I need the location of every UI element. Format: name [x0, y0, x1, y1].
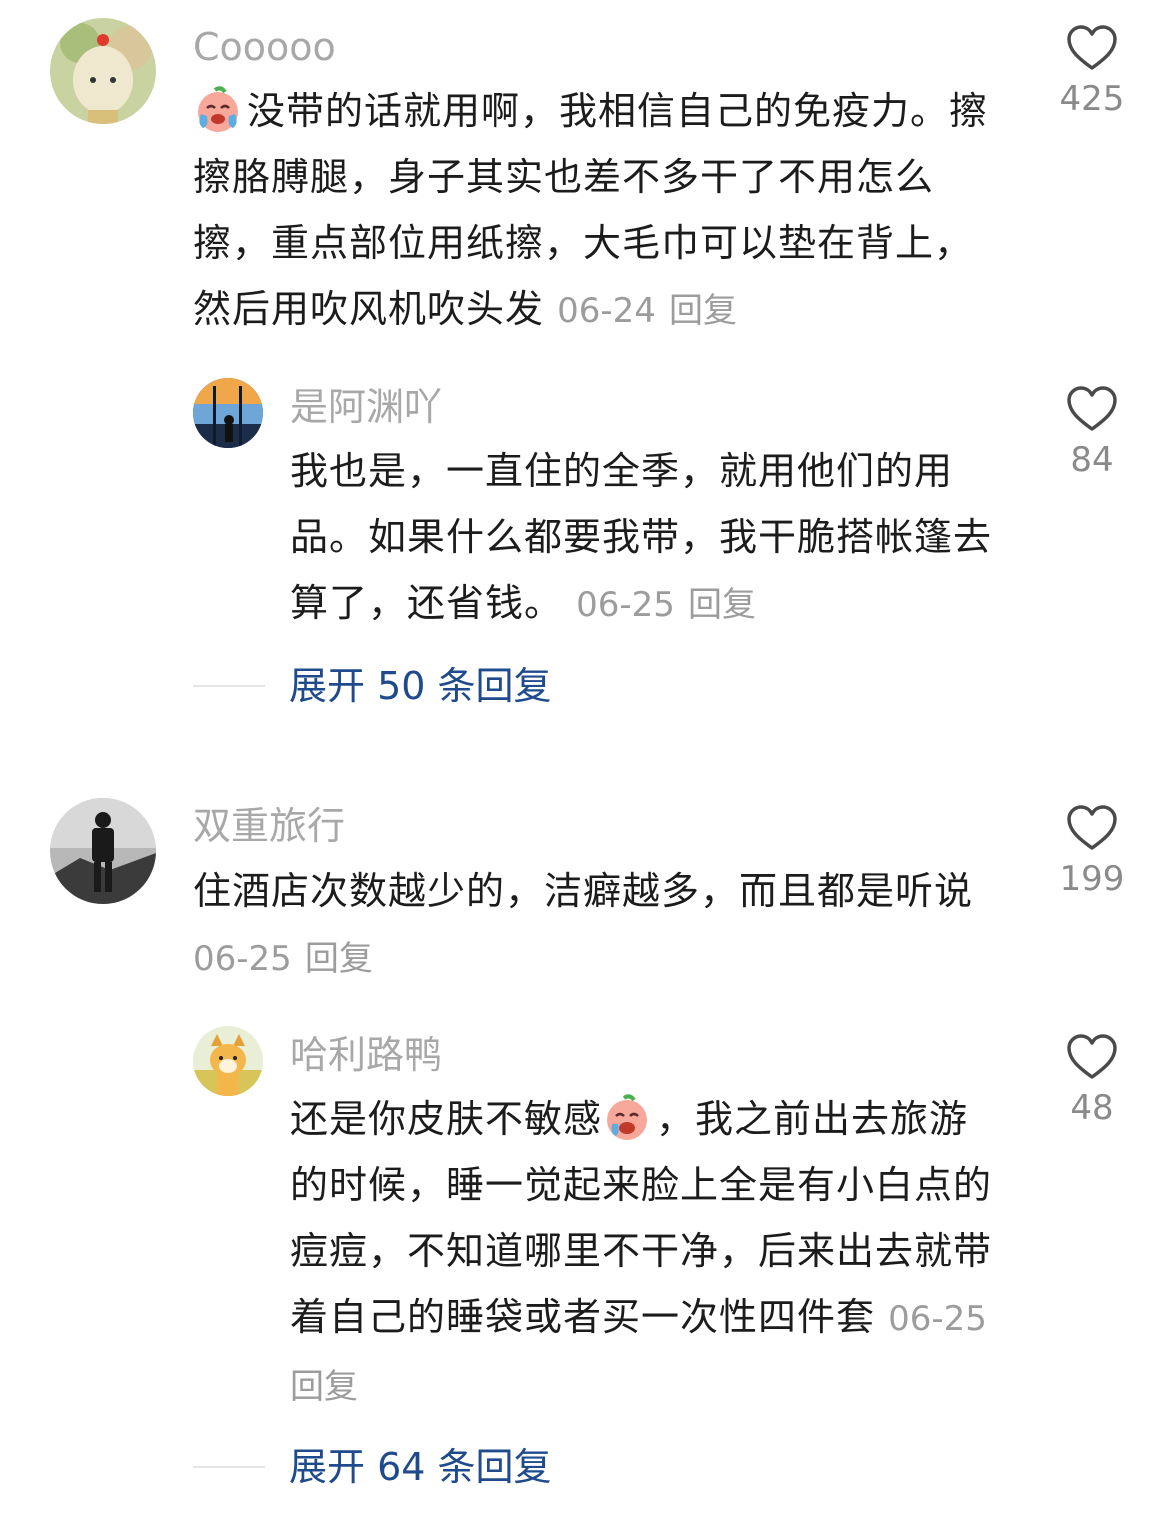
reply-text: 我也是，一直住的全季，就用他们的用品。如果什么都要我带，我干脆搭帐篷去算了，还省… — [290, 438, 1000, 638]
avatar[interactable] — [50, 798, 156, 904]
reply-text: 还是你皮肤不敏感 ，我之前出去旅游的时候，睡一觉起来脸上全是有小白点的痘痘，不知… — [290, 1086, 1000, 1420]
window-view-avatar-icon — [193, 378, 263, 448]
reply-button[interactable]: 回复 — [688, 585, 756, 625]
expand-replies-button[interactable]: 展开 64 条回复 — [193, 1448, 552, 1486]
comment-date: 06-24 — [557, 291, 656, 331]
reply-username[interactable]: 是阿渊吖 — [290, 388, 442, 426]
like-count: 425 — [1059, 79, 1125, 119]
avatar[interactable] — [193, 378, 263, 448]
like-button[interactable]: 48 — [1037, 1033, 1147, 1125]
like-button[interactable]: 199 — [1037, 804, 1147, 896]
comment-username[interactable]: 双重旅行 — [193, 807, 345, 845]
like-count: 84 — [1070, 440, 1114, 480]
reply-button[interactable]: 回复 — [290, 1367, 358, 1407]
reply-button[interactable]: 回复 — [669, 291, 737, 331]
reply-button[interactable]: 回复 — [305, 939, 373, 979]
expand-replies-label: 展开 50 条回复 — [289, 664, 552, 708]
heart-icon — [1067, 25, 1117, 70]
crying-face-emoji-icon — [198, 86, 238, 132]
expand-replies-label: 展开 64 条回复 — [289, 1445, 552, 1489]
divider — [193, 685, 265, 687]
crying-face-emoji-icon — [607, 1094, 648, 1140]
reply-date: 06-25 — [888, 1299, 987, 1339]
like-button[interactable]: 84 — [1037, 385, 1147, 477]
cartoon-cat-avatar-icon — [193, 1026, 263, 1096]
heart-icon — [1067, 1034, 1117, 1079]
heart-icon — [1067, 386, 1117, 431]
comment-text: 住酒店次数越少的，洁癖越多，而且都是听说 06-25 回复 — [193, 858, 993, 992]
avatar[interactable] — [193, 1026, 263, 1096]
comment-username[interactable]: Cooooo — [193, 28, 336, 66]
reply-username[interactable]: 哈利路鸭 — [290, 1036, 442, 1074]
avatar[interactable] — [50, 18, 156, 124]
comment-text: 没带的话就用啊，我相信自己的免疫力。擦擦胳膊腿，身子其实也差不多干了不用怎么擦，… — [193, 78, 993, 344]
reply-text-before: 还是你皮肤不敏感 — [290, 1097, 603, 1141]
like-count: 199 — [1059, 859, 1125, 899]
divider — [193, 1466, 265, 1468]
hiker-silhouette-avatar-icon — [50, 798, 156, 904]
heart-icon — [1067, 805, 1117, 850]
comment-text-content: 住酒店次数越少的，洁癖越多，而且都是听说 — [193, 869, 974, 913]
reply-date: 06-25 — [576, 585, 675, 625]
comment-date: 06-25 — [193, 939, 292, 979]
cute-animal-avatar-icon — [50, 18, 156, 124]
like-button[interactable]: 425 — [1037, 24, 1147, 116]
like-count: 48 — [1070, 1088, 1114, 1128]
expand-replies-button[interactable]: 展开 50 条回复 — [193, 667, 552, 705]
